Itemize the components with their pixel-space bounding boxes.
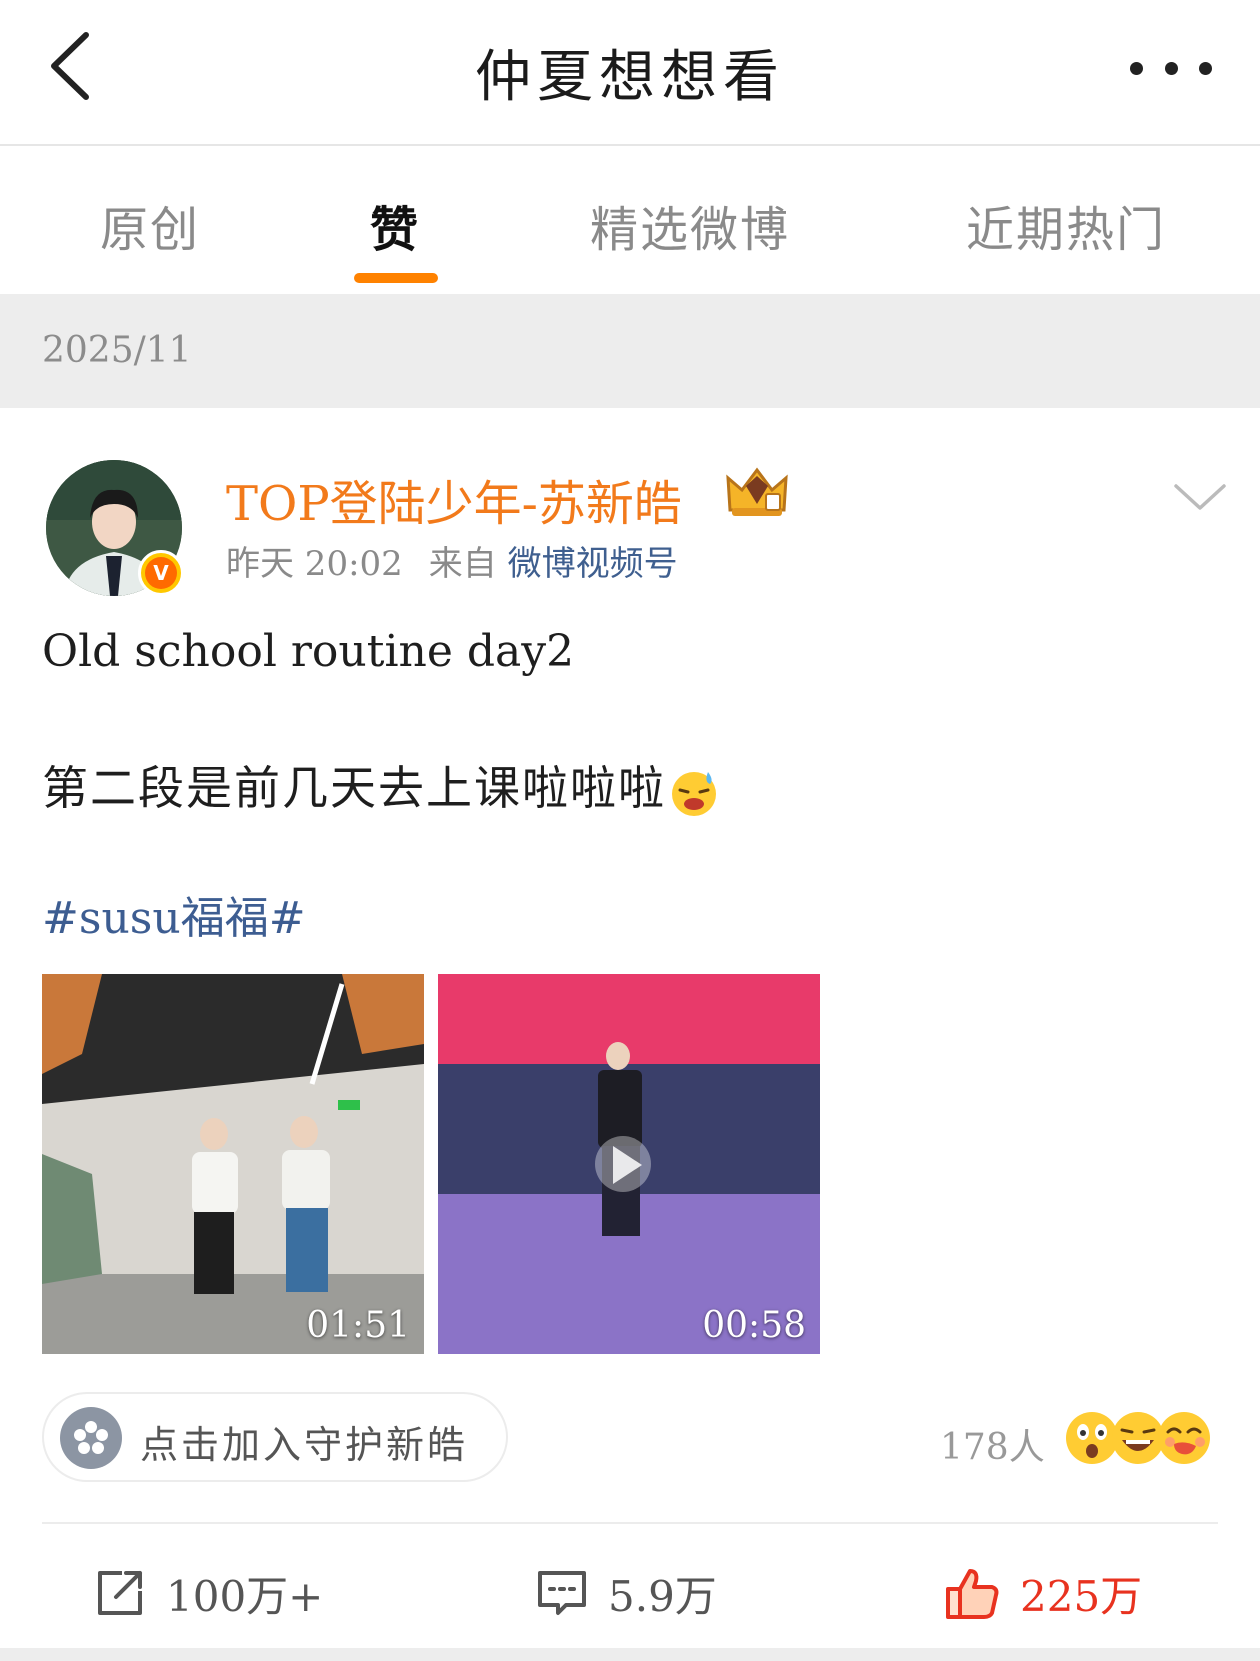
more-dot-icon — [1164, 61, 1178, 75]
verified-v-icon: V — [145, 557, 177, 589]
divider — [42, 1522, 1218, 1524]
comment-count: 5.9万 — [608, 1571, 717, 1621]
verified-badge: V — [138, 550, 184, 596]
crown-badge-icon — [726, 467, 788, 516]
date-group-header: 2025/11 — [0, 294, 1260, 408]
love-emoji-icon — [1158, 1412, 1210, 1464]
video-duration: 01:51 — [306, 1305, 410, 1346]
more-dot-icon — [1199, 61, 1212, 75]
share-icon — [98, 1571, 142, 1615]
tab-liked[interactable]: 赞 — [370, 190, 420, 260]
laugh-sweat-emoji-icon — [672, 772, 716, 816]
date-group-label: 2025/11 — [42, 330, 192, 371]
more-options-button[interactable] — [1130, 48, 1212, 88]
post-text-line: Old school routine day2 — [42, 626, 575, 677]
flower-icon — [60, 1407, 122, 1469]
chevron-down-icon — [1174, 484, 1226, 510]
post-source-link[interactable]: 微博视频号 — [508, 544, 678, 584]
tab-bar: 原创 赞 精选微博 近期热门 — [0, 148, 1260, 294]
active-tab-indicator — [354, 273, 438, 283]
post-menu-button[interactable] — [1172, 480, 1228, 514]
author-name[interactable]: TOP登陆少年-苏新皓 — [226, 464, 682, 534]
thumbs-up-icon — [946, 1569, 999, 1619]
reactor-count: 178人 — [940, 1427, 1045, 1468]
post-text-line: 第二段是前几天去上课啦啦啦 — [42, 752, 720, 818]
tab-featured[interactable]: 精选微博 — [590, 190, 790, 260]
feed-separator — [0, 1648, 1260, 1661]
video-duration: 00:58 — [702, 1305, 806, 1346]
page-title: 仲夏想想看 — [475, 45, 785, 110]
like-button[interactable]: 225万 — [944, 1558, 1142, 1628]
post-meta: 昨天 20:02 来自 微博视频号 — [226, 536, 678, 585]
post-source-prefix: 来自 — [428, 544, 497, 584]
comment-icon — [538, 1571, 586, 1615]
share-button[interactable]: 100万+ — [94, 1558, 323, 1628]
top-bar: 仲夏想想看 — [0, 0, 1260, 146]
more-dot-icon — [1130, 61, 1143, 75]
post-card[interactable]: V TOP登陆少年-苏新皓 昨天 20:02 来自 微博视频号 Old schoo… — [0, 408, 1260, 1648]
tab-original[interactable]: 原创 — [100, 190, 200, 260]
share-count: 100万+ — [166, 1571, 324, 1621]
video-thumbnail[interactable]: 01:51 — [42, 974, 424, 1354]
join-guard-button[interactable]: 点击加入守护新皓 — [42, 1392, 508, 1482]
comment-button[interactable]: 5.9万 — [536, 1558, 717, 1628]
hashtag-link[interactable]: #susu福福# — [42, 882, 306, 946]
post-time: 昨天 20:02 — [226, 544, 403, 584]
tab-recent-hot[interactable]: 近期热门 — [966, 190, 1166, 260]
join-guard-label: 点击加入守护新皓 — [140, 1423, 469, 1467]
reactions-summary[interactable]: 178人 — [940, 1404, 1230, 1474]
video-thumbnail[interactable]: 00:58 — [438, 974, 820, 1354]
like-count: 225万 — [1020, 1571, 1143, 1621]
post-text: 第二段是前几天去上课啦啦啦 — [42, 761, 666, 815]
